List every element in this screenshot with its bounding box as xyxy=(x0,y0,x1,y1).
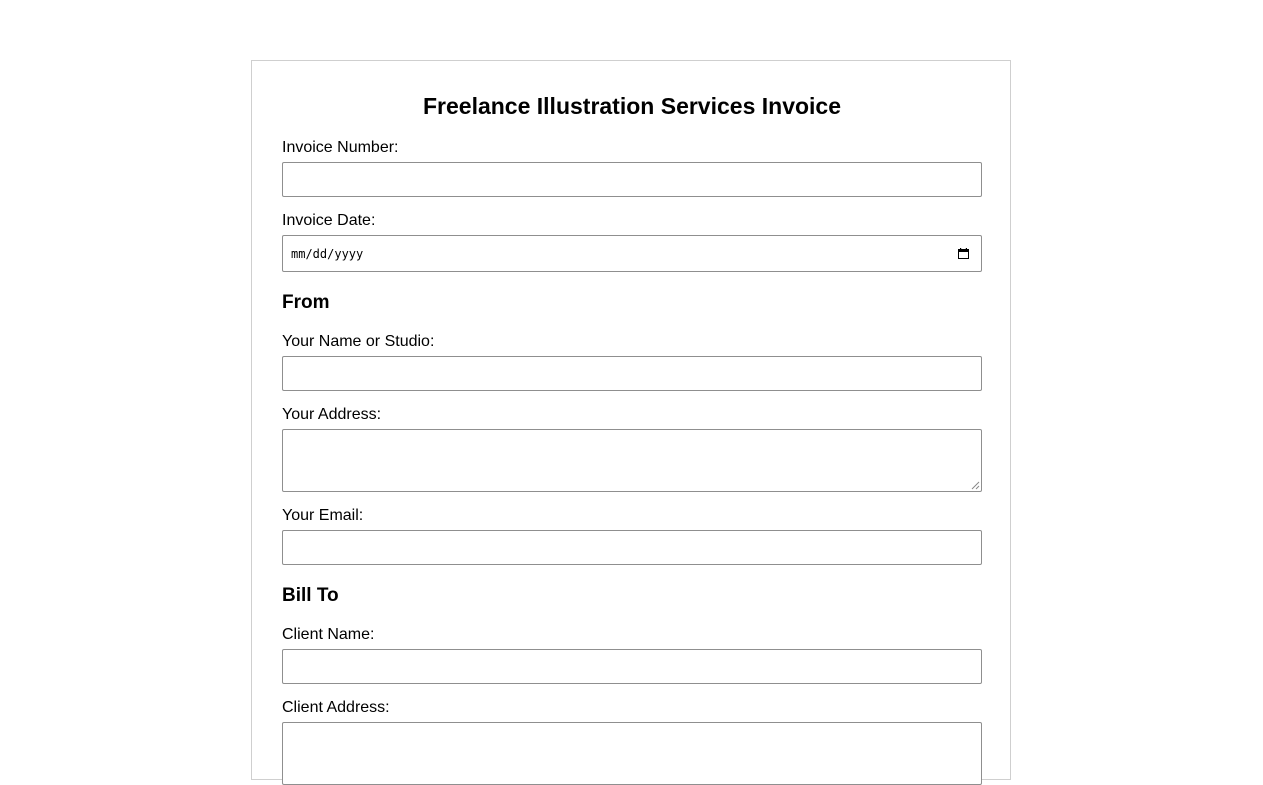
invoice-number-label: Invoice Number: xyxy=(282,139,399,156)
your-address-label: Your Address: xyxy=(282,406,382,423)
your-email-label: Your Email: xyxy=(282,507,364,524)
your-name-input[interactable] xyxy=(282,356,982,391)
invoice-number-input[interactable] xyxy=(282,162,982,197)
client-name-input[interactable] xyxy=(282,649,982,684)
invoice-date-placeholder: mm/dd/yyyy xyxy=(291,246,364,261)
invoice-date-label: Invoice Date: xyxy=(282,212,376,229)
from-section-heading: From xyxy=(282,292,330,313)
page-title: Freelance Illustration Services Invoice xyxy=(422,93,842,119)
calendar-icon[interactable] xyxy=(958,248,969,259)
resize-grip-icon[interactable] xyxy=(971,481,980,490)
client-address-label: Client Address: xyxy=(282,699,390,716)
your-address-textarea[interactable] xyxy=(282,429,982,492)
client-address-textarea[interactable] xyxy=(282,722,982,785)
your-name-label: Your Name or Studio: xyxy=(282,333,435,350)
client-name-label: Client Name: xyxy=(282,626,375,643)
invoice-form-container: Freelance Illustration Services Invoice … xyxy=(251,60,1011,785)
invoice-date-input[interactable]: mm/dd/yyyy xyxy=(282,235,982,272)
your-email-input[interactable] xyxy=(282,530,982,565)
bill-to-section-heading: Bill To xyxy=(282,585,339,606)
